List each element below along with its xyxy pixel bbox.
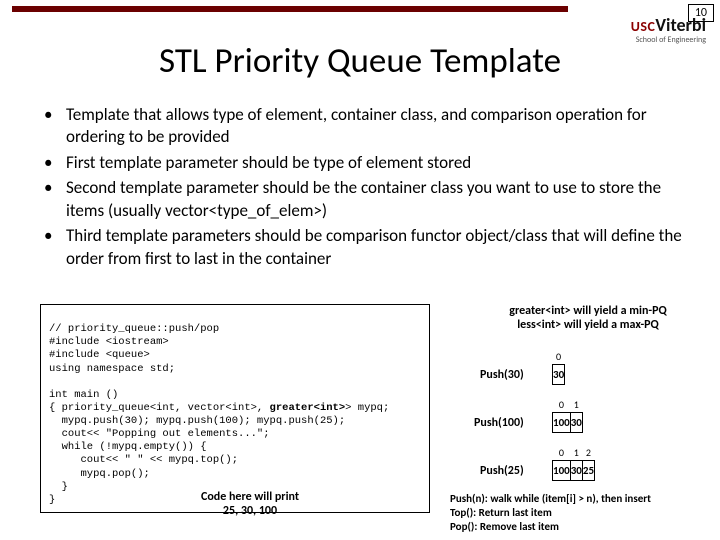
code-line: cout<< "Popping out elements..."; [49,428,270,440]
code-line: while (!mypq.empty()) { [49,441,207,453]
bullet-4: Third template parameters should be comp… [44,225,694,270]
code-frag-bold: greater<int> [270,402,346,414]
heap-cell: 30 [553,364,565,384]
code-line: int main () [49,389,118,401]
heap-cell: 25 [582,460,594,480]
heap-idx: 2 [582,446,594,460]
title-bar [12,6,568,12]
code-line: mypq.pop(); [49,468,150,480]
code-frag: > mypq; [345,402,389,414]
caption-l2: 25, 30, 100 [223,504,277,518]
code-frag: { priority_queue<int, vector<int>, [49,402,270,414]
bullet-list: Template that allows type of element, co… [44,104,694,273]
heap-idx: 1 [570,446,582,460]
note-l1: greater<int> will yield a min-PQ [509,304,666,318]
heap-idx: 0 [553,350,565,364]
page-title: STL Priority Queue Template [0,40,720,82]
code-line: mypq.push(30); mypq.push(100); mypq.push… [49,415,345,427]
logo-usc: USC [631,18,656,35]
heap-idx: 0 [553,398,571,412]
push100-label: Push(100) [474,416,524,430]
push30-label: Push(30) [480,368,524,382]
code-line: } [49,481,68,493]
push25-label: Push(25) [480,464,524,478]
heap-idx: 1 [570,398,582,412]
caption-l1: Code here will print [201,490,299,504]
heap-cell: 30 [570,460,582,480]
code-line: #include <iostream> [49,336,169,348]
heap-cell: 30 [570,412,582,432]
bullet-2: First template parameter should be type … [44,152,694,174]
bullet-1: Template that allows type of element, co… [44,104,694,149]
heap-cell: 100 [553,412,571,432]
code-line: #include <queue> [49,349,150,361]
code-line: } [49,494,55,506]
footnote-l3: Pop(): Remove last item [450,520,559,533]
heap-cell: 100 [553,460,571,480]
code-block: // priority_queue::push/pop #include <io… [40,304,430,513]
code-line: { priority_queue<int, vector<int>, great… [49,402,389,414]
code-caption: Code here will print 25, 30, 100 [150,490,350,519]
code-line: cout<< " " << mypq.top(); [49,454,238,466]
heap-idx: 0 [553,446,571,460]
logo-viterbi: Viterbi [655,14,706,36]
note-l2: less<int> will yield a max-PQ [517,318,659,332]
bullet-3: Second template parameter should be the … [44,177,694,222]
pq-note: greater<int> will yield a min-PQ less<in… [478,304,698,333]
footnote-l1: Push(n): walk while (item[i] > n), then … [450,492,651,505]
code-line: using namespace std; [49,363,175,375]
code-line: // priority_queue::push/pop [49,323,219,335]
footnote-l2: Top(): Return last item [450,506,552,519]
footnote: Push(n): walk while (item[i] > n), then … [450,492,710,533]
